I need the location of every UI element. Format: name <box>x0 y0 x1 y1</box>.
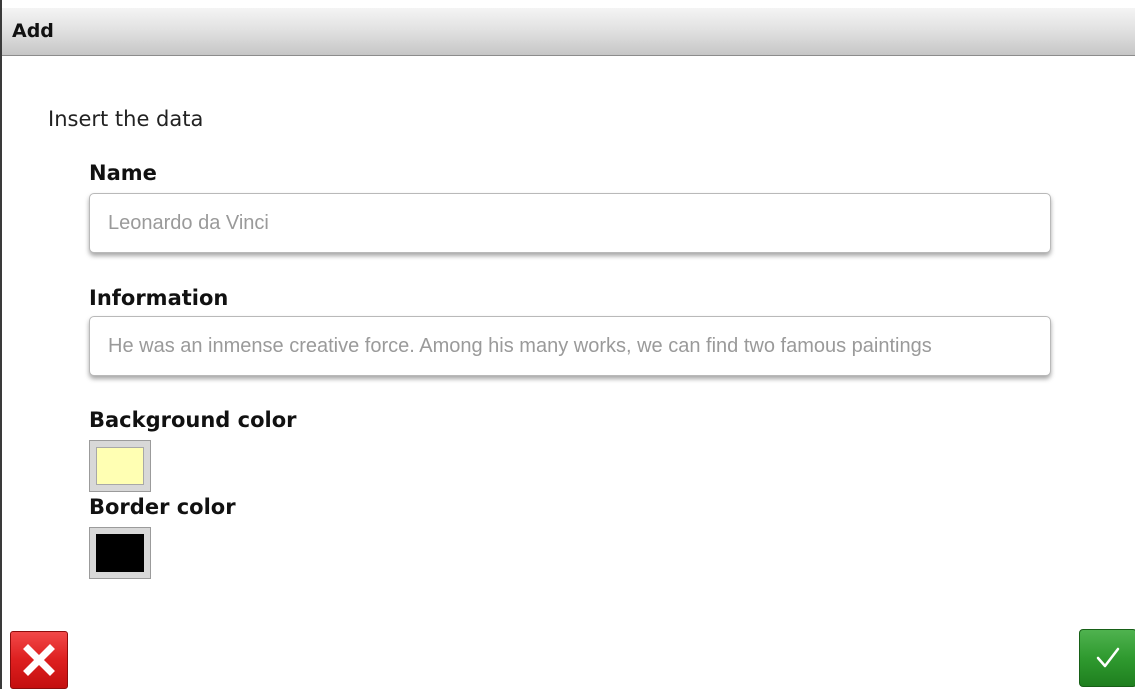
dialog-title: Add <box>12 20 54 42</box>
form-intro-text: Insert the data <box>48 107 204 131</box>
dialog-titlebar: Add <box>2 8 1135 56</box>
name-input[interactable]: Leonardo da Vinci <box>89 193 1051 253</box>
checkmark-icon <box>1094 644 1122 672</box>
background-color-swatch <box>96 447 144 485</box>
information-input[interactable]: He was an inmense creative force. Among … <box>89 316 1051 376</box>
border-color-label: Border color <box>89 495 236 519</box>
cancel-button[interactable] <box>10 631 68 689</box>
border-color-picker[interactable] <box>89 527 151 579</box>
name-label: Name <box>89 161 157 185</box>
confirm-button[interactable] <box>1079 629 1135 687</box>
close-icon <box>22 643 56 677</box>
add-dialog: Add Insert the data Name Leonardo da Vin… <box>0 0 1135 689</box>
background-color-picker[interactable] <box>89 440 151 492</box>
information-label: Information <box>89 286 229 310</box>
border-color-swatch <box>96 534 144 572</box>
background-color-label: Background color <box>89 408 297 432</box>
